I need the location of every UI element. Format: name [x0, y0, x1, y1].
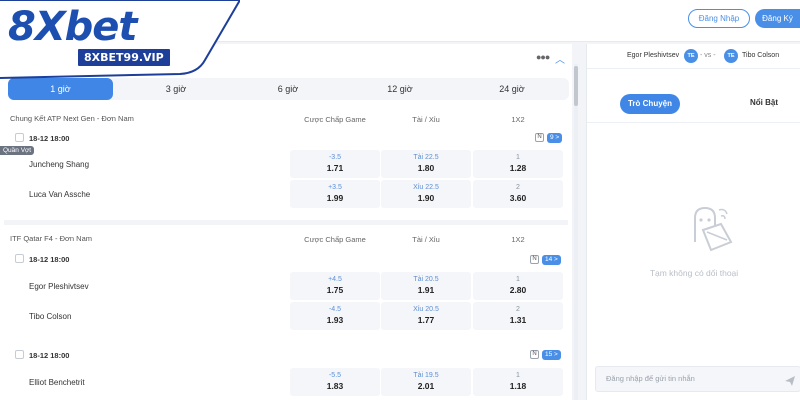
match-checkbox[interactable] — [15, 133, 24, 142]
side-divider — [587, 122, 800, 123]
side-tabs: Trò Chuyện Nổi Bật — [587, 94, 800, 118]
tab-6-gio[interactable]: 6 giờ — [248, 78, 328, 100]
tab-highlights[interactable]: Nổi Bật — [750, 98, 778, 107]
more-markets-button[interactable]: 14 > — [542, 255, 561, 265]
tab-chat[interactable]: Trò Chuyện — [620, 94, 680, 114]
tab-24-gio[interactable]: 24 giờ — [472, 78, 552, 100]
odd-cell-total[interactable]: Tài 20.5 1.91 — [381, 272, 471, 300]
neutral-badge: N — [535, 133, 544, 142]
tab-1-gio[interactable]: 1 giờ — [8, 78, 113, 100]
odd-cell-1x2[interactable]: 1 1.18 — [473, 368, 563, 396]
login-button[interactable]: Đăng Nhập — [688, 9, 750, 28]
more-dots-icon[interactable]: ●●● — [536, 52, 550, 62]
odd-cell-1x2[interactable]: 1 2.80 — [473, 272, 563, 300]
more-markets-button[interactable]: 15 > — [542, 350, 561, 360]
match-date: 18-12 18:00 — [29, 351, 70, 360]
team-a-avatar: TE — [684, 49, 698, 63]
league-divider — [4, 220, 568, 225]
team-name: Juncheng Shang — [29, 160, 90, 169]
match-vs-header: Egor Pleshivtsev TE - vs - TE Tibo Colso… — [587, 44, 800, 69]
time-filter-tabs: 1 giờ 3 giờ 6 giờ 12 giờ 24 giờ — [8, 78, 569, 100]
vs-label: - vs - — [700, 52, 716, 59]
match-date: 18-12 18:00 — [29, 134, 70, 143]
odd-cell-total[interactable]: Tài 19.5 2.01 — [381, 368, 471, 396]
odd-cell-handicap[interactable]: -3.5 1.71 — [290, 150, 380, 178]
odd-cell-total[interactable]: Xỉu 22.5 1.90 — [381, 180, 471, 208]
odd-cell-total[interactable]: Xỉu 20.5 1.77 — [381, 302, 471, 330]
empty-chat-message: Tạm không có dối thoại — [649, 268, 739, 278]
match-checkbox[interactable] — [15, 254, 24, 263]
column-header-handicap: Cược Chấp Game — [304, 115, 366, 124]
odd-cell-handicap[interactable]: -4.5 1.93 — [290, 302, 380, 330]
match-side-panel: Egor Pleshivtsev TE - vs - TE Tibo Colso… — [586, 44, 800, 400]
team-name: Egor Pleshivtsev — [29, 282, 89, 291]
neutral-badge: N — [530, 255, 539, 264]
empty-chat-illustration-icon — [681, 202, 739, 263]
logo-wordmark: 8Xbet — [8, 4, 138, 50]
tab-3-gio[interactable]: 3 giờ — [136, 78, 216, 100]
odds-scrollbar[interactable] — [574, 64, 578, 400]
neutral-badge: N — [530, 350, 539, 359]
brand-logo[interactable]: 8Xbet 8XBET99.VIP — [0, 0, 240, 80]
odd-cell-1x2[interactable]: 2 3.60 — [473, 180, 563, 208]
odd-cell-total[interactable]: Tài 22.5 1.80 — [381, 150, 471, 178]
send-icon[interactable] — [784, 373, 796, 397]
chat-input-placeholder: Đăng nhập để gửi tin nhắn — [606, 374, 695, 383]
team-name: Tibo Colson — [29, 312, 72, 321]
match-date: 18-12 18:00 — [29, 255, 70, 264]
team-name: Elliot Benchetrit — [29, 378, 85, 387]
odd-cell-1x2[interactable]: 1 1.28 — [473, 150, 563, 178]
team-b-avatar: TE — [724, 49, 738, 63]
odds-panel: ●●● ︿ 1 giờ 3 giờ 6 giờ 12 giờ 24 giờ Qu… — [0, 44, 572, 400]
column-header-1x2: 1X2 — [511, 235, 525, 244]
register-button[interactable]: Đăng Ký — [755, 9, 800, 28]
team-a-name: Egor Pleshivtsev — [627, 52, 680, 59]
chevron-up-icon[interactable]: ︿ — [555, 51, 565, 66]
column-header-total: Tài / Xỉu — [412, 235, 440, 244]
column-header-total: Tài / Xỉu — [412, 115, 440, 124]
more-markets-button[interactable]: 9 > — [547, 133, 563, 143]
odd-cell-handicap[interactable]: +3.5 1.99 — [290, 180, 380, 208]
odd-cell-handicap[interactable]: +4.5 1.75 — [290, 272, 380, 300]
column-header-handicap: Cược Chấp Game — [304, 235, 366, 244]
team-name: Luca Van Assche — [29, 190, 91, 199]
scrollbar-thumb[interactable] — [574, 66, 578, 106]
match-checkbox[interactable] — [15, 350, 24, 359]
chat-message-input[interactable]: Đăng nhập để gửi tin nhắn — [595, 366, 800, 392]
odd-cell-handicap[interactable]: -5.5 1.83 — [290, 368, 380, 396]
column-header-1x2: 1X2 — [511, 115, 525, 124]
tab-12-gio[interactable]: 12 giờ — [360, 78, 440, 100]
logo-site-badge: 8XBET99.VIP — [76, 47, 172, 68]
sport-tag: Quần Vợt — [0, 146, 35, 155]
team-b-name: Tibo Colson — [742, 52, 780, 59]
odd-cell-1x2[interactable]: 2 1.31 — [473, 302, 563, 330]
